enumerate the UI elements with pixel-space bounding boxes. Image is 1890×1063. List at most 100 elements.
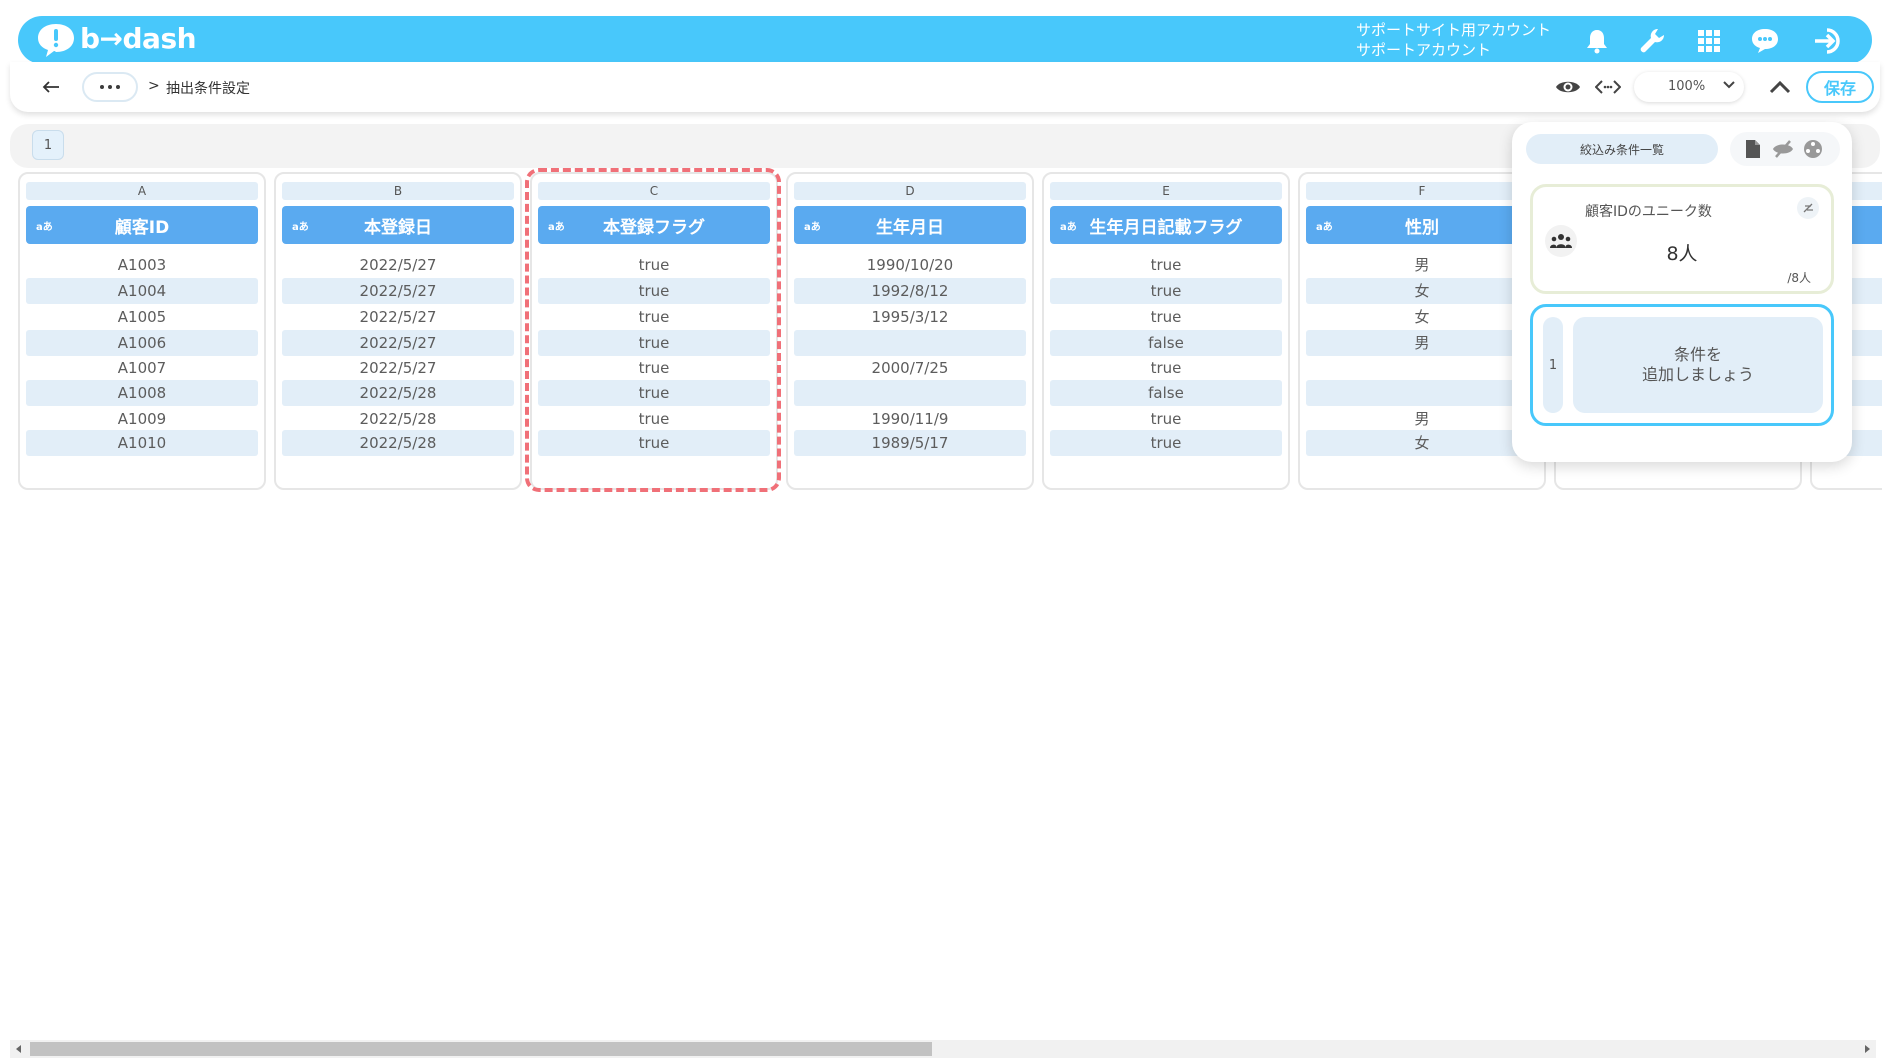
table-cell: A1006 <box>26 330 258 356</box>
table-cell: false <box>1050 330 1282 356</box>
chat-icon[interactable] <box>1748 24 1782 58</box>
table-cell: true <box>1050 278 1282 304</box>
save-button[interactable]: 保存 <box>1806 71 1874 103</box>
table-cell: true <box>638 256 670 274</box>
eye-off-icon[interactable] <box>1772 138 1794 160</box>
unique-count-title: 顧客IDのユニーク数 <box>1585 204 1712 220</box>
table-cell: true <box>1150 308 1182 326</box>
add-condition-button[interactable]: 条件を 追加しましょう <box>1573 317 1823 413</box>
settings-icon[interactable] <box>1802 138 1824 160</box>
table-cell: true <box>1150 256 1182 274</box>
table-cell: A1004 <box>26 278 258 304</box>
grid-icon[interactable] <box>1692 24 1726 58</box>
column-header[interactable]: aあ 生年月日記載フラグ <box>1050 206 1282 244</box>
table-cell: 1992/8/12 <box>794 278 1026 304</box>
logout-icon[interactable] <box>1812 24 1846 58</box>
column-name: 顧客ID <box>114 217 170 238</box>
column-letter[interactable]: B <box>282 182 514 200</box>
table-cell: 男 <box>1414 256 1430 274</box>
column-header[interactable]: aあ 生年月日 <box>794 206 1026 244</box>
page-tab-1[interactable]: 1 <box>32 130 64 160</box>
column-name: 生年月日 <box>876 217 944 238</box>
table-cell: 1990/11/9 <box>871 410 949 428</box>
column-c: Caあ 本登録フラグ true true true true true true true tru… <box>530 172 778 490</box>
text-type-icon: aあ <box>548 222 565 233</box>
column-header[interactable]: aあ 性別 <box>1306 206 1538 244</box>
scroll-right-icon[interactable] <box>1862 1044 1872 1054</box>
more-options-button[interactable] <box>82 72 138 102</box>
scrollbar-thumb[interactable] <box>30 1042 932 1056</box>
back-arrow-icon[interactable] <box>38 74 64 100</box>
table-cell: 女 <box>1306 278 1538 304</box>
column-letter[interactable]: C <box>538 182 770 200</box>
column-header[interactable]: aあ 本登録日 <box>282 206 514 244</box>
brand-logo[interactable]: b→dash <box>36 20 206 60</box>
text-type-icon: aあ <box>292 222 309 233</box>
text-type-icon: aあ <box>1060 222 1077 233</box>
table-cell: A1003 <box>117 256 167 274</box>
column-header[interactable]: aあ 顧客ID <box>26 206 258 244</box>
condition-number: 1 <box>1543 317 1563 413</box>
sub-toolbar: > 抽出条件設定 100% 保存 <box>10 62 1880 112</box>
table-cell <box>794 330 1026 356</box>
column-d: Daあ 生年月日 1990/10/20 1992/8/12 1995/3/12 2000/… <box>786 172 1034 490</box>
table-cell: 女 <box>1414 308 1430 326</box>
table-cell: 2022/5/27 <box>359 256 437 274</box>
scroll-left-icon[interactable] <box>14 1044 24 1054</box>
chevron-up-icon[interactable] <box>1766 75 1794 99</box>
chevron-down-icon <box>1723 81 1735 89</box>
table-cell: false <box>1050 380 1282 406</box>
column-letter[interactable]: D <box>794 182 1026 200</box>
table-cell: true <box>538 278 770 304</box>
column-name: 本登録フラグ <box>603 217 705 238</box>
document-icon[interactable] <box>1742 138 1764 160</box>
table-cell: true <box>538 330 770 356</box>
column-letter[interactable]: F <box>1306 182 1538 200</box>
unique-count-total: /8人 <box>1787 271 1811 285</box>
column-name: 本登録日 <box>364 217 432 238</box>
column-b: Baあ 本登録日 2022/5/27 2022/5/27 2022/5/27 2022/5… <box>274 172 522 490</box>
table-cell: A1005 <box>117 308 167 326</box>
column-name: 生年月日記載フラグ <box>1089 217 1243 238</box>
table-cell: true <box>638 359 670 377</box>
column-letter[interactable]: A <box>26 182 258 200</box>
column-letter[interactable]: E <box>1050 182 1282 200</box>
text-type-icon: aあ <box>804 222 821 233</box>
account-site-name: サポートサイト用アカウント <box>1356 21 1552 39</box>
table-cell: A1007 <box>117 359 167 377</box>
table-cell: 1989/5/17 <box>794 430 1026 456</box>
unique-count-toggle-icon[interactable] <box>1797 197 1819 219</box>
code-expand-icon[interactable] <box>1594 75 1622 99</box>
table-cell: true <box>638 308 670 326</box>
table-cell <box>1306 380 1538 406</box>
eye-icon[interactable] <box>1554 75 1582 99</box>
column-header[interactable]: aあ 本登録フラグ <box>538 206 770 244</box>
table-cell: A1008 <box>26 380 258 406</box>
filter-list-tab[interactable]: 絞込み条件一覧 <box>1526 134 1718 164</box>
panel-actions <box>1730 132 1840 166</box>
table-cell: A1009 <box>117 410 167 428</box>
text-type-icon: aあ <box>36 222 53 233</box>
table-cell <box>1306 355 1538 381</box>
table-cell: 2022/5/27 <box>359 359 437 377</box>
horizontal-scrollbar[interactable] <box>10 1040 1876 1058</box>
table-cell: 1995/3/12 <box>871 308 949 326</box>
table-cell: 男 <box>1414 410 1430 428</box>
column-e: Eaあ 生年月日記載フラグ true true true false true false tr… <box>1042 172 1290 490</box>
table-cell: A1010 <box>26 430 258 456</box>
table-cell: true <box>1150 410 1182 428</box>
table-cell: true <box>1150 359 1182 377</box>
account-info[interactable]: サポートサイト用アカウント サポートアカウント <box>1356 20 1551 60</box>
table-cell: true <box>538 430 770 456</box>
breadcrumb-current: 抽出条件設定 <box>166 81 250 97</box>
bell-icon[interactable] <box>1580 24 1614 58</box>
table-cell: 2022/5/28 <box>359 410 437 428</box>
wrench-icon[interactable] <box>1635 24 1669 58</box>
zoom-value: 100% <box>1668 79 1706 94</box>
account-user-name: サポートアカウント <box>1356 41 1492 59</box>
text-type-icon: aあ <box>1316 222 1333 233</box>
unique-count-card: 顧客IDのユニーク数 8人 /8人 <box>1530 184 1834 294</box>
zoom-select[interactable]: 100% <box>1634 72 1744 102</box>
add-condition-line1: 条件を <box>1673 345 1722 364</box>
table-cell: 2022/5/27 <box>282 330 514 356</box>
